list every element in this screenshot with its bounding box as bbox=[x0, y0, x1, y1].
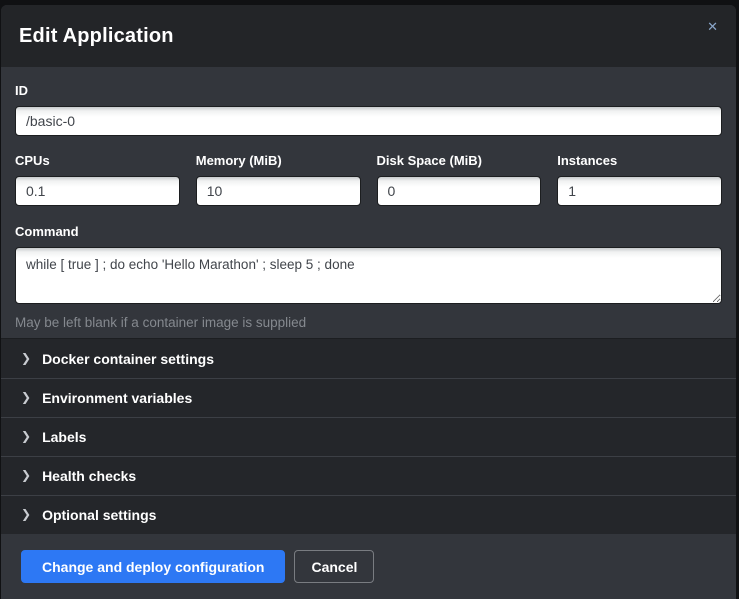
instances-input[interactable] bbox=[557, 176, 722, 206]
id-input[interactable] bbox=[15, 106, 722, 136]
memory-label: Memory (MiB) bbox=[196, 153, 361, 168]
change-and-deploy-button[interactable]: Change and deploy configuration bbox=[21, 550, 285, 583]
command-field-group: Command while [ true ] ; do echo 'Hello … bbox=[15, 224, 722, 330]
cancel-button[interactable]: Cancel bbox=[294, 550, 374, 583]
cpus-input[interactable] bbox=[15, 176, 180, 206]
section-labels[interactable]: ❯ Labels bbox=[1, 417, 736, 456]
section-label: Labels bbox=[42, 429, 86, 445]
instances-field-group: Instances bbox=[557, 153, 722, 206]
section-health-checks[interactable]: ❯ Health checks bbox=[1, 456, 736, 495]
command-textarea[interactable]: while [ true ] ; do echo 'Hello Marathon… bbox=[15, 247, 722, 304]
command-label: Command bbox=[15, 224, 722, 239]
cpus-label: CPUs bbox=[15, 153, 180, 168]
id-label: ID bbox=[15, 83, 722, 98]
application-form: ID CPUs Memory (MiB) Disk Space (MiB) In… bbox=[1, 67, 736, 338]
modal-title: Edit Application bbox=[19, 25, 174, 48]
id-field-group: ID bbox=[15, 83, 722, 136]
section-environment-variables[interactable]: ❯ Environment variables bbox=[1, 378, 736, 417]
memory-field-group: Memory (MiB) bbox=[196, 153, 361, 206]
disk-label: Disk Space (MiB) bbox=[377, 153, 542, 168]
section-optional-settings[interactable]: ❯ Optional settings bbox=[1, 495, 736, 534]
close-icon[interactable]: ✕ bbox=[703, 17, 722, 38]
section-label: Health checks bbox=[42, 468, 136, 484]
chevron-right-icon: ❯ bbox=[21, 429, 31, 443]
disk-input[interactable] bbox=[377, 176, 542, 206]
section-label: Docker container settings bbox=[42, 351, 214, 367]
cpus-field-group: CPUs bbox=[15, 153, 180, 206]
command-help-text: May be left blank if a container image i… bbox=[15, 315, 722, 330]
section-label: Optional settings bbox=[42, 507, 156, 523]
resources-row: CPUs Memory (MiB) Disk Space (MiB) Insta… bbox=[15, 153, 722, 206]
settings-accordion: ❯ Docker container settings ❯ Environmen… bbox=[1, 338, 736, 534]
edit-application-modal: Edit Application ✕ ID CPUs Memory (MiB) … bbox=[1, 5, 736, 599]
modal-footer: Change and deploy configuration Cancel bbox=[1, 534, 736, 599]
chevron-right-icon: ❯ bbox=[21, 390, 31, 404]
chevron-right-icon: ❯ bbox=[21, 351, 31, 365]
chevron-right-icon: ❯ bbox=[21, 468, 31, 482]
instances-label: Instances bbox=[557, 153, 722, 168]
memory-input[interactable] bbox=[196, 176, 361, 206]
section-docker-container-settings[interactable]: ❯ Docker container settings bbox=[1, 339, 736, 378]
modal-header: Edit Application ✕ bbox=[1, 5, 736, 67]
section-label: Environment variables bbox=[42, 390, 192, 406]
chevron-right-icon: ❯ bbox=[21, 507, 31, 521]
disk-field-group: Disk Space (MiB) bbox=[377, 153, 542, 206]
